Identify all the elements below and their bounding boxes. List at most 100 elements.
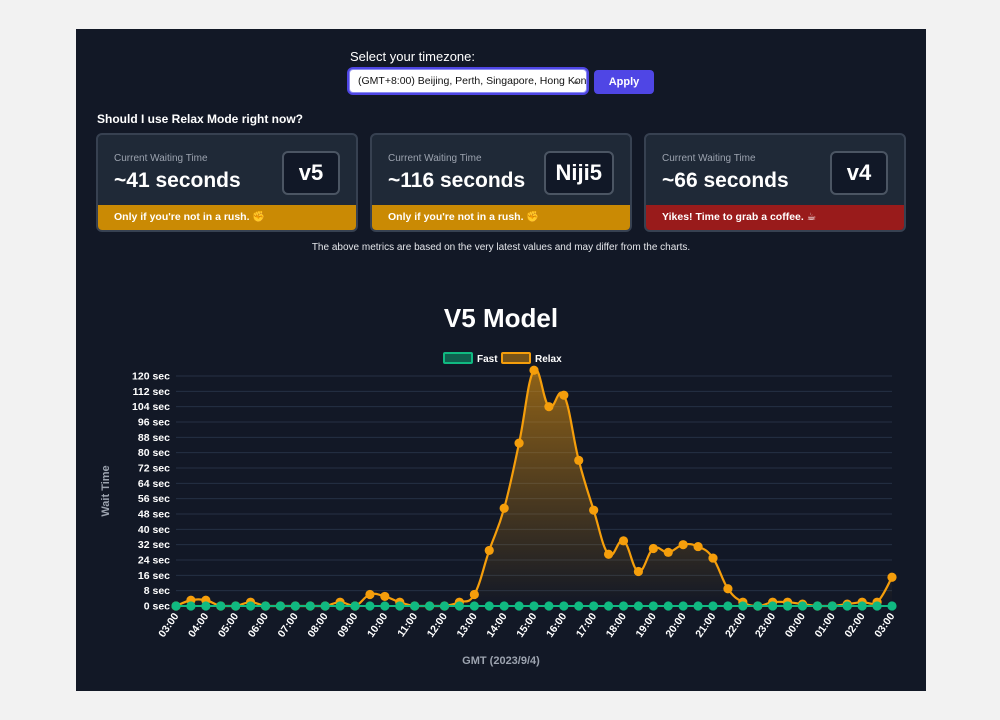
timezone-select[interactable]: (GMT+8:00) Beijing, Perth, Singapore, Ho… — [349, 69, 587, 93]
y-tick-label: 64 sec — [138, 478, 170, 490]
fast-point — [424, 601, 435, 611]
fast-point — [231, 601, 241, 611]
fast-point — [559, 601, 569, 611]
legend-label-relax: Relax — [535, 354, 562, 365]
fast-point — [186, 601, 196, 611]
y-tick-label: 72 sec — [138, 463, 170, 475]
legend-swatch-relax — [501, 352, 531, 364]
y-tick-label: 0 sec — [144, 601, 170, 613]
model-badge: v4 — [830, 151, 888, 195]
fast-point — [365, 601, 375, 611]
fast-point — [484, 601, 494, 611]
waiting-card-v4: Current Waiting Time ~66 seconds v4 Yike… — [644, 133, 906, 232]
card-value: ~41 seconds — [114, 169, 241, 192]
fast-point — [872, 601, 882, 611]
relax-point — [589, 505, 599, 515]
fast-point — [753, 601, 763, 611]
y-tick-label: 48 sec — [138, 509, 170, 521]
x-tick-label: 11:00 — [395, 611, 420, 640]
y-tick-label: 40 sec — [138, 524, 170, 536]
fast-point — [812, 601, 823, 611]
y-tick-label: 104 sec — [132, 401, 170, 413]
fast-point — [857, 601, 867, 611]
x-tick-label: 05:00 — [216, 611, 241, 640]
card-value: ~116 seconds — [388, 169, 526, 192]
legend-label-fast: Fast — [477, 354, 498, 365]
legend-swatch-fast — [443, 352, 473, 364]
relax-point — [514, 438, 524, 448]
y-tick-label: 8 sec — [144, 585, 170, 597]
x-tick-label: 03:00 — [872, 611, 897, 640]
section-question: Should I use Relax Mode right now? — [97, 112, 304, 126]
relax-point — [544, 402, 554, 412]
relax-point — [887, 572, 897, 582]
fast-point — [633, 601, 644, 611]
relax-point — [633, 566, 644, 577]
card-caption: Current Waiting Time — [662, 153, 756, 164]
chevron-down-icon[interactable]: ⌄ — [569, 72, 583, 90]
fast-point — [782, 601, 793, 611]
fast-point — [380, 601, 390, 611]
x-tick-label: 16:00 — [544, 611, 569, 640]
x-tick-label: 02:00 — [842, 611, 867, 640]
fast-point — [618, 601, 629, 611]
y-tick-label: 16 sec — [138, 570, 170, 582]
fast-point — [245, 601, 256, 611]
fast-point — [305, 601, 315, 611]
fast-point — [842, 601, 852, 611]
card-advice: Yikes! Time to grab a coffee. ☕ — [646, 205, 904, 230]
x-tick-label: 08:00 — [305, 611, 330, 640]
fast-point — [529, 601, 539, 611]
relax-point — [693, 541, 703, 552]
fast-point — [574, 601, 584, 611]
card-caption: Current Waiting Time — [388, 153, 482, 164]
y-tick-label: 96 sec — [138, 417, 170, 429]
card-advice: Only if you're not in a rush. ✊ — [98, 205, 356, 230]
fast-point — [768, 601, 778, 611]
fast-point — [738, 601, 748, 611]
fast-point — [290, 601, 300, 611]
relax-point — [499, 503, 509, 513]
fast-point — [544, 601, 554, 611]
y-axis-title: Wait Time — [100, 465, 112, 516]
x-axis-title: GMT (2023/9/4) — [462, 655, 540, 667]
relax-point — [678, 540, 688, 550]
fast-point — [708, 601, 718, 611]
relax-point — [484, 545, 494, 556]
fast-point — [648, 601, 658, 611]
x-tick-label: 00:00 — [783, 611, 808, 640]
relax-point — [365, 589, 375, 600]
model-badge: Niji5 — [543, 151, 614, 195]
apply-button[interactable]: Apply — [594, 70, 654, 94]
y-tick-label: 24 sec — [138, 555, 170, 567]
fast-point — [678, 601, 688, 611]
relax-point — [603, 549, 614, 559]
x-tick-label: 17:00 — [574, 611, 599, 640]
card-advice: Only if you're not in a rush. ✊ — [372, 205, 630, 230]
x-tick-label: 15:00 — [514, 611, 539, 640]
x-tick-label: 20:00 — [663, 611, 688, 640]
relax-point — [618, 536, 629, 546]
y-tick-label: 88 sec — [138, 432, 170, 444]
relax-point — [708, 553, 718, 563]
main-panel: Select your timezone: (GMT+8:00) Beijing… — [76, 29, 926, 691]
fast-point — [723, 601, 733, 611]
y-tick-label: 112 sec — [133, 386, 171, 398]
fast-point — [171, 601, 181, 611]
relax-point — [469, 589, 479, 600]
fast-point — [216, 601, 226, 611]
fast-point — [350, 601, 360, 611]
fast-point — [275, 601, 286, 611]
fast-point — [320, 601, 330, 611]
x-tick-label: 19:00 — [634, 611, 659, 640]
x-tick-label: 09:00 — [335, 611, 360, 640]
waiting-card-niji5: Current Waiting Time ~116 seconds Niji5 … — [370, 133, 632, 232]
relax-point — [648, 543, 658, 554]
y-tick-label: 80 sec — [138, 447, 170, 459]
x-tick-label: 13:00 — [455, 611, 480, 640]
y-tick-label: 120 sec — [132, 371, 170, 383]
fast-point — [260, 601, 271, 611]
relax-point — [723, 584, 733, 594]
x-tick-label: 04:00 — [186, 611, 211, 640]
fast-point — [410, 601, 420, 611]
